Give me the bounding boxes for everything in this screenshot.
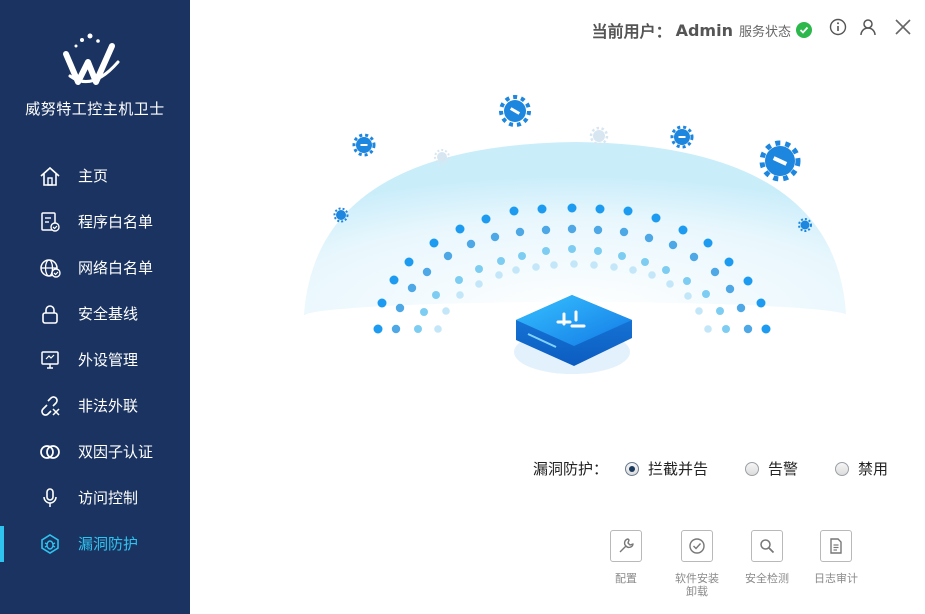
header: 当前用户： Admin 服务状态 [190, 0, 925, 56]
radio-label: 告警 [768, 460, 799, 478]
sidebar-item-home[interactable]: 主页 [0, 152, 190, 198]
radio-intercept-and-alert[interactable]: 拦截并告 [625, 458, 708, 479]
broken-link-icon [38, 394, 62, 418]
config-button[interactable]: 配置 [596, 530, 656, 585]
dual-rings-icon [38, 440, 62, 464]
sidebar: 威努特工控主机卫士 主页 程序白名单 网络白名单 安全基线 外设管理 非法外联 … [0, 0, 190, 614]
sidebar-item-label: 双因子认证 [78, 443, 154, 461]
wrench-icon [610, 530, 642, 562]
app-logo-icon [63, 33, 120, 85]
sidebar-item-label: 主页 [78, 167, 109, 185]
sidebar-item-program-whitelist[interactable]: 程序白名单 [0, 198, 190, 244]
shield-bug-icon [38, 532, 62, 556]
sidebar-item-label: 非法外联 [78, 397, 139, 415]
sidebar-item-label: 访问控制 [78, 489, 139, 507]
sidebar-item-peripheral-management[interactable]: 外设管理 [0, 336, 190, 382]
protection-mode-label: 漏洞防护： [533, 460, 609, 478]
log-audit-button[interactable]: 日志审计 [806, 530, 866, 585]
document-icon [820, 530, 852, 562]
protection-illustration [304, 95, 848, 374]
magnifier-icon [751, 530, 783, 562]
sidebar-item-illegal-outreach[interactable]: 非法外联 [0, 382, 190, 428]
sidebar-item-network-whitelist[interactable]: 网络白名单 [0, 244, 190, 290]
logo [0, 32, 190, 92]
home-icon [38, 164, 62, 188]
radio-label: 拦截并告 [648, 460, 709, 478]
radio-unchecked-icon [835, 461, 849, 476]
sidebar-item-label: 漏洞防护 [78, 535, 139, 553]
sidebar-nav: 主页 程序白名单 网络白名单 安全基线 外设管理 非法外联 双因子认证 访问控制… [0, 152, 190, 566]
software-install-uninstall-button[interactable]: 软件安装卸载 [667, 530, 727, 598]
network-globe-icon [38, 256, 62, 280]
lock-icon [38, 302, 62, 326]
tool-label: 软件安装卸载 [675, 572, 719, 598]
security-check-button[interactable]: 安全检测 [737, 530, 797, 585]
sidebar-item-label: 外设管理 [78, 351, 139, 369]
radio-disable[interactable]: 禁用 [835, 458, 888, 479]
vulnerability-protection-mode: 漏洞防护： 拦截并告 告警 禁用 [533, 458, 903, 478]
tool-label: 配置 [615, 572, 637, 585]
sidebar-item-security-baseline[interactable]: 安全基线 [0, 290, 190, 336]
check-circle-icon [681, 530, 713, 562]
current-user-label: 当前用户： [591, 22, 672, 41]
radio-alert[interactable]: 告警 [745, 458, 798, 479]
radio-unchecked-icon [745, 461, 759, 476]
radio-label: 禁用 [858, 460, 889, 478]
current-user-name: Admin [675, 20, 733, 40]
app-name: 威努特工控主机卫士 [25, 100, 165, 118]
sidebar-item-label: 安全基线 [78, 305, 139, 323]
sidebar-item-two-factor-auth[interactable]: 双因子认证 [0, 428, 190, 474]
service-ok-icon [796, 22, 812, 38]
user-info: 当前用户： Admin 服务状态 [592, 18, 812, 42]
radio-checked-icon [625, 461, 639, 476]
tool-label: 日志审计 [814, 572, 858, 585]
sidebar-item-label: 程序白名单 [78, 213, 154, 231]
sidebar-item-vulnerability-protection[interactable]: 漏洞防护 [0, 520, 190, 566]
sidebar-item-access-control[interactable]: 访问控制 [0, 474, 190, 520]
active-indicator [0, 526, 4, 562]
monitor-icon [38, 348, 62, 372]
sidebar-item-label: 网络白名单 [78, 259, 154, 277]
microphone-icon [38, 486, 62, 510]
info-icon[interactable] [829, 18, 847, 36]
program-whitelist-icon [38, 210, 62, 234]
service-status-label: 服务状态 [738, 24, 791, 40]
close-icon[interactable] [894, 18, 912, 36]
tool-label: 安全检测 [745, 572, 789, 585]
user-icon[interactable] [859, 18, 877, 36]
